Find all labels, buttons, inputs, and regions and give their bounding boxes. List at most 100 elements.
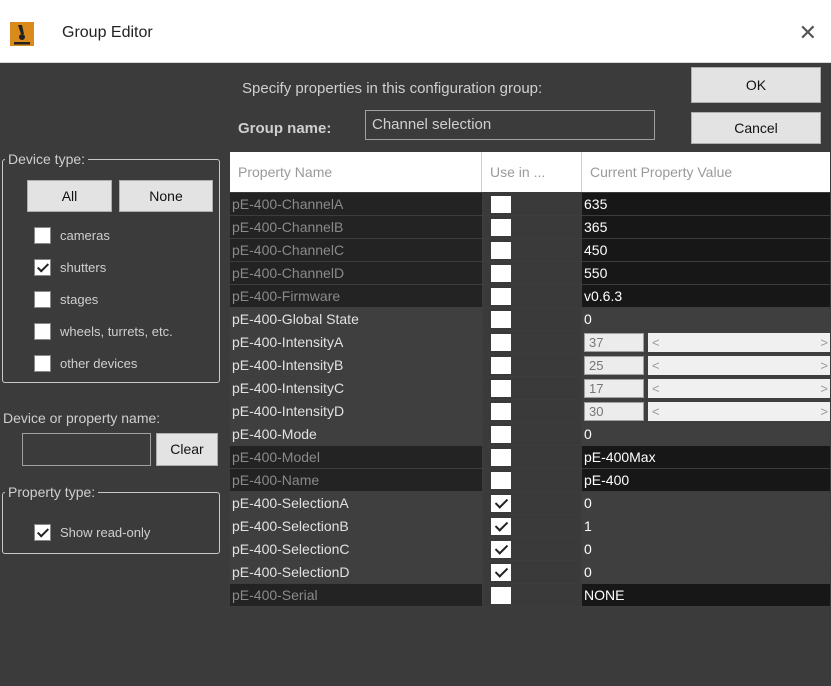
use-in-group-checkbox[interactable] bbox=[491, 449, 511, 466]
microscope-icon bbox=[10, 22, 34, 46]
intensity-slider[interactable]: < > bbox=[648, 402, 830, 421]
property-value-cell[interactable]: 450 bbox=[582, 239, 830, 261]
property-value-cell[interactable]: NONE bbox=[582, 584, 830, 606]
table-row[interactable]: pE-400-Firmware v0.6.3 bbox=[230, 285, 830, 308]
property-value-cell[interactable]: 30 < > bbox=[582, 400, 830, 422]
property-value-cell[interactable]: 0 bbox=[582, 308, 830, 330]
property-value-cell[interactable]: 0 bbox=[582, 561, 830, 583]
table-row[interactable]: pE-400-ChannelC 450 bbox=[230, 239, 830, 262]
cancel-button[interactable]: Cancel bbox=[691, 112, 821, 144]
checkbox-row-read-only[interactable]: Show read-only bbox=[34, 522, 150, 542]
use-in-group-checkbox[interactable] bbox=[491, 334, 511, 351]
table-row[interactable]: pE-400-Model pE-400Max bbox=[230, 446, 830, 469]
property-value-cell[interactable]: 550 bbox=[582, 262, 830, 284]
use-in-group-checkbox[interactable] bbox=[491, 518, 511, 535]
property-value-cell[interactable]: 25 < > bbox=[582, 354, 830, 376]
property-value-cell[interactable]: 0 bbox=[582, 423, 830, 445]
show-read-only-checkbox[interactable] bbox=[34, 523, 51, 541]
table-row[interactable]: pE-400-SelectionD 0 bbox=[230, 561, 830, 584]
use-in-group-checkbox[interactable] bbox=[491, 403, 511, 420]
close-icon[interactable]: ✕ bbox=[799, 20, 817, 46]
use-in-group-checkbox[interactable] bbox=[491, 242, 511, 259]
use-in-group-checkbox[interactable] bbox=[491, 380, 511, 397]
wheels-checkbox[interactable] bbox=[34, 322, 51, 340]
table-row[interactable]: pE-400-ChannelA 635 bbox=[230, 193, 830, 216]
table-row[interactable]: pE-400-SelectionB 1 bbox=[230, 515, 830, 538]
checkbox-row-other[interactable]: other devices bbox=[34, 353, 137, 373]
table-row[interactable]: pE-400-SelectionA 0 bbox=[230, 492, 830, 515]
property-value-cell[interactable]: pE-400 bbox=[582, 469, 830, 491]
use-in-group-checkbox[interactable] bbox=[491, 219, 511, 236]
slider-left-arrow-icon[interactable]: < bbox=[652, 333, 660, 352]
use-in-group-checkbox[interactable] bbox=[491, 426, 511, 443]
ok-button[interactable]: OK bbox=[691, 67, 821, 103]
intensity-slider[interactable]: < > bbox=[648, 379, 830, 398]
property-value-cell[interactable]: 365 bbox=[582, 216, 830, 238]
clear-button[interactable]: Clear bbox=[156, 433, 218, 466]
search-input[interactable] bbox=[22, 433, 151, 466]
property-value-cell[interactable]: 17 < > bbox=[582, 377, 830, 399]
property-value-cell[interactable]: pE-400Max bbox=[582, 446, 830, 468]
slider-left-arrow-icon[interactable]: < bbox=[652, 356, 660, 375]
table-row[interactable]: pE-400-Serial NONE bbox=[230, 584, 830, 607]
checkbox-row-cameras[interactable]: cameras bbox=[34, 225, 110, 245]
column-header-use-in[interactable]: Use in ... bbox=[482, 152, 582, 192]
shutters-checkbox[interactable] bbox=[34, 258, 51, 276]
use-in-cell bbox=[482, 285, 582, 307]
table-row[interactable]: pE-400-IntensityD 30 < > bbox=[230, 400, 830, 423]
use-in-group-checkbox[interactable] bbox=[491, 288, 511, 305]
property-value-cell[interactable]: v0.6.3 bbox=[582, 285, 830, 307]
use-in-group-checkbox[interactable] bbox=[491, 495, 511, 512]
column-header-current-value[interactable]: Current Property Value bbox=[582, 152, 830, 192]
table-row[interactable]: pE-400-Name pE-400 bbox=[230, 469, 830, 492]
other-devices-checkbox[interactable] bbox=[34, 354, 51, 372]
slider-right-arrow-icon[interactable]: > bbox=[820, 379, 828, 398]
intensity-slider[interactable]: < > bbox=[648, 333, 830, 352]
property-value-cell[interactable]: 0 bbox=[582, 492, 830, 514]
use-in-group-checkbox[interactable] bbox=[491, 311, 511, 328]
column-header-property-name[interactable]: Property Name bbox=[230, 152, 482, 192]
slider-right-arrow-icon[interactable]: > bbox=[820, 356, 828, 375]
table-row[interactable]: pE-400-SelectionC 0 bbox=[230, 538, 830, 561]
intensity-slider[interactable]: < > bbox=[648, 356, 830, 375]
checkbox-row-shutters[interactable]: shutters bbox=[34, 257, 106, 277]
cameras-checkbox[interactable] bbox=[34, 226, 51, 244]
table-row[interactable]: pE-400-Global State 0 bbox=[230, 308, 830, 331]
stages-checkbox[interactable] bbox=[34, 290, 51, 308]
slider-right-arrow-icon[interactable]: > bbox=[820, 333, 828, 352]
cameras-label: cameras bbox=[60, 227, 110, 243]
table-row[interactable]: pE-400-IntensityA 37 < > bbox=[230, 331, 830, 354]
use-in-group-checkbox[interactable] bbox=[491, 564, 511, 581]
all-button[interactable]: All bbox=[27, 180, 112, 212]
use-in-cell bbox=[482, 308, 582, 330]
property-value-cell[interactable]: 1 bbox=[582, 515, 830, 537]
group-name-input[interactable]: Channel selection bbox=[365, 110, 655, 140]
use-in-group-checkbox[interactable] bbox=[491, 541, 511, 558]
checkbox-row-stages[interactable]: stages bbox=[34, 289, 98, 309]
slider-left-arrow-icon[interactable]: < bbox=[652, 402, 660, 421]
use-in-cell bbox=[482, 469, 582, 491]
table-row[interactable]: pE-400-ChannelB 365 bbox=[230, 216, 830, 239]
use-in-group-checkbox[interactable] bbox=[491, 587, 511, 604]
none-button[interactable]: None bbox=[119, 180, 213, 212]
property-value-cell[interactable]: 0 bbox=[582, 538, 830, 560]
intensity-value-field[interactable]: 30 bbox=[584, 402, 644, 421]
use-in-group-checkbox[interactable] bbox=[491, 357, 511, 374]
slider-left-arrow-icon[interactable]: < bbox=[652, 379, 660, 398]
property-value-cell[interactable]: 37 < > bbox=[582, 331, 830, 353]
table-row[interactable]: pE-400-IntensityC 17 < > bbox=[230, 377, 830, 400]
use-in-group-checkbox[interactable] bbox=[491, 472, 511, 489]
property-name-cell: pE-400-SelectionB bbox=[230, 515, 482, 537]
checkbox-row-wheels[interactable]: wheels, turrets, etc. bbox=[34, 321, 173, 341]
intensity-value-field[interactable]: 17 bbox=[584, 379, 644, 398]
intensity-value-field[interactable]: 37 bbox=[584, 333, 644, 352]
property-name-cell: pE-400-SelectionA bbox=[230, 492, 482, 514]
table-row[interactable]: pE-400-Mode 0 bbox=[230, 423, 830, 446]
table-row[interactable]: pE-400-IntensityB 25 < > bbox=[230, 354, 830, 377]
slider-right-arrow-icon[interactable]: > bbox=[820, 402, 828, 421]
property-value-cell[interactable]: 635 bbox=[582, 193, 830, 215]
use-in-group-checkbox[interactable] bbox=[491, 196, 511, 213]
table-row[interactable]: pE-400-ChannelD 550 bbox=[230, 262, 830, 285]
intensity-value-field[interactable]: 25 bbox=[584, 356, 644, 375]
use-in-group-checkbox[interactable] bbox=[491, 265, 511, 282]
